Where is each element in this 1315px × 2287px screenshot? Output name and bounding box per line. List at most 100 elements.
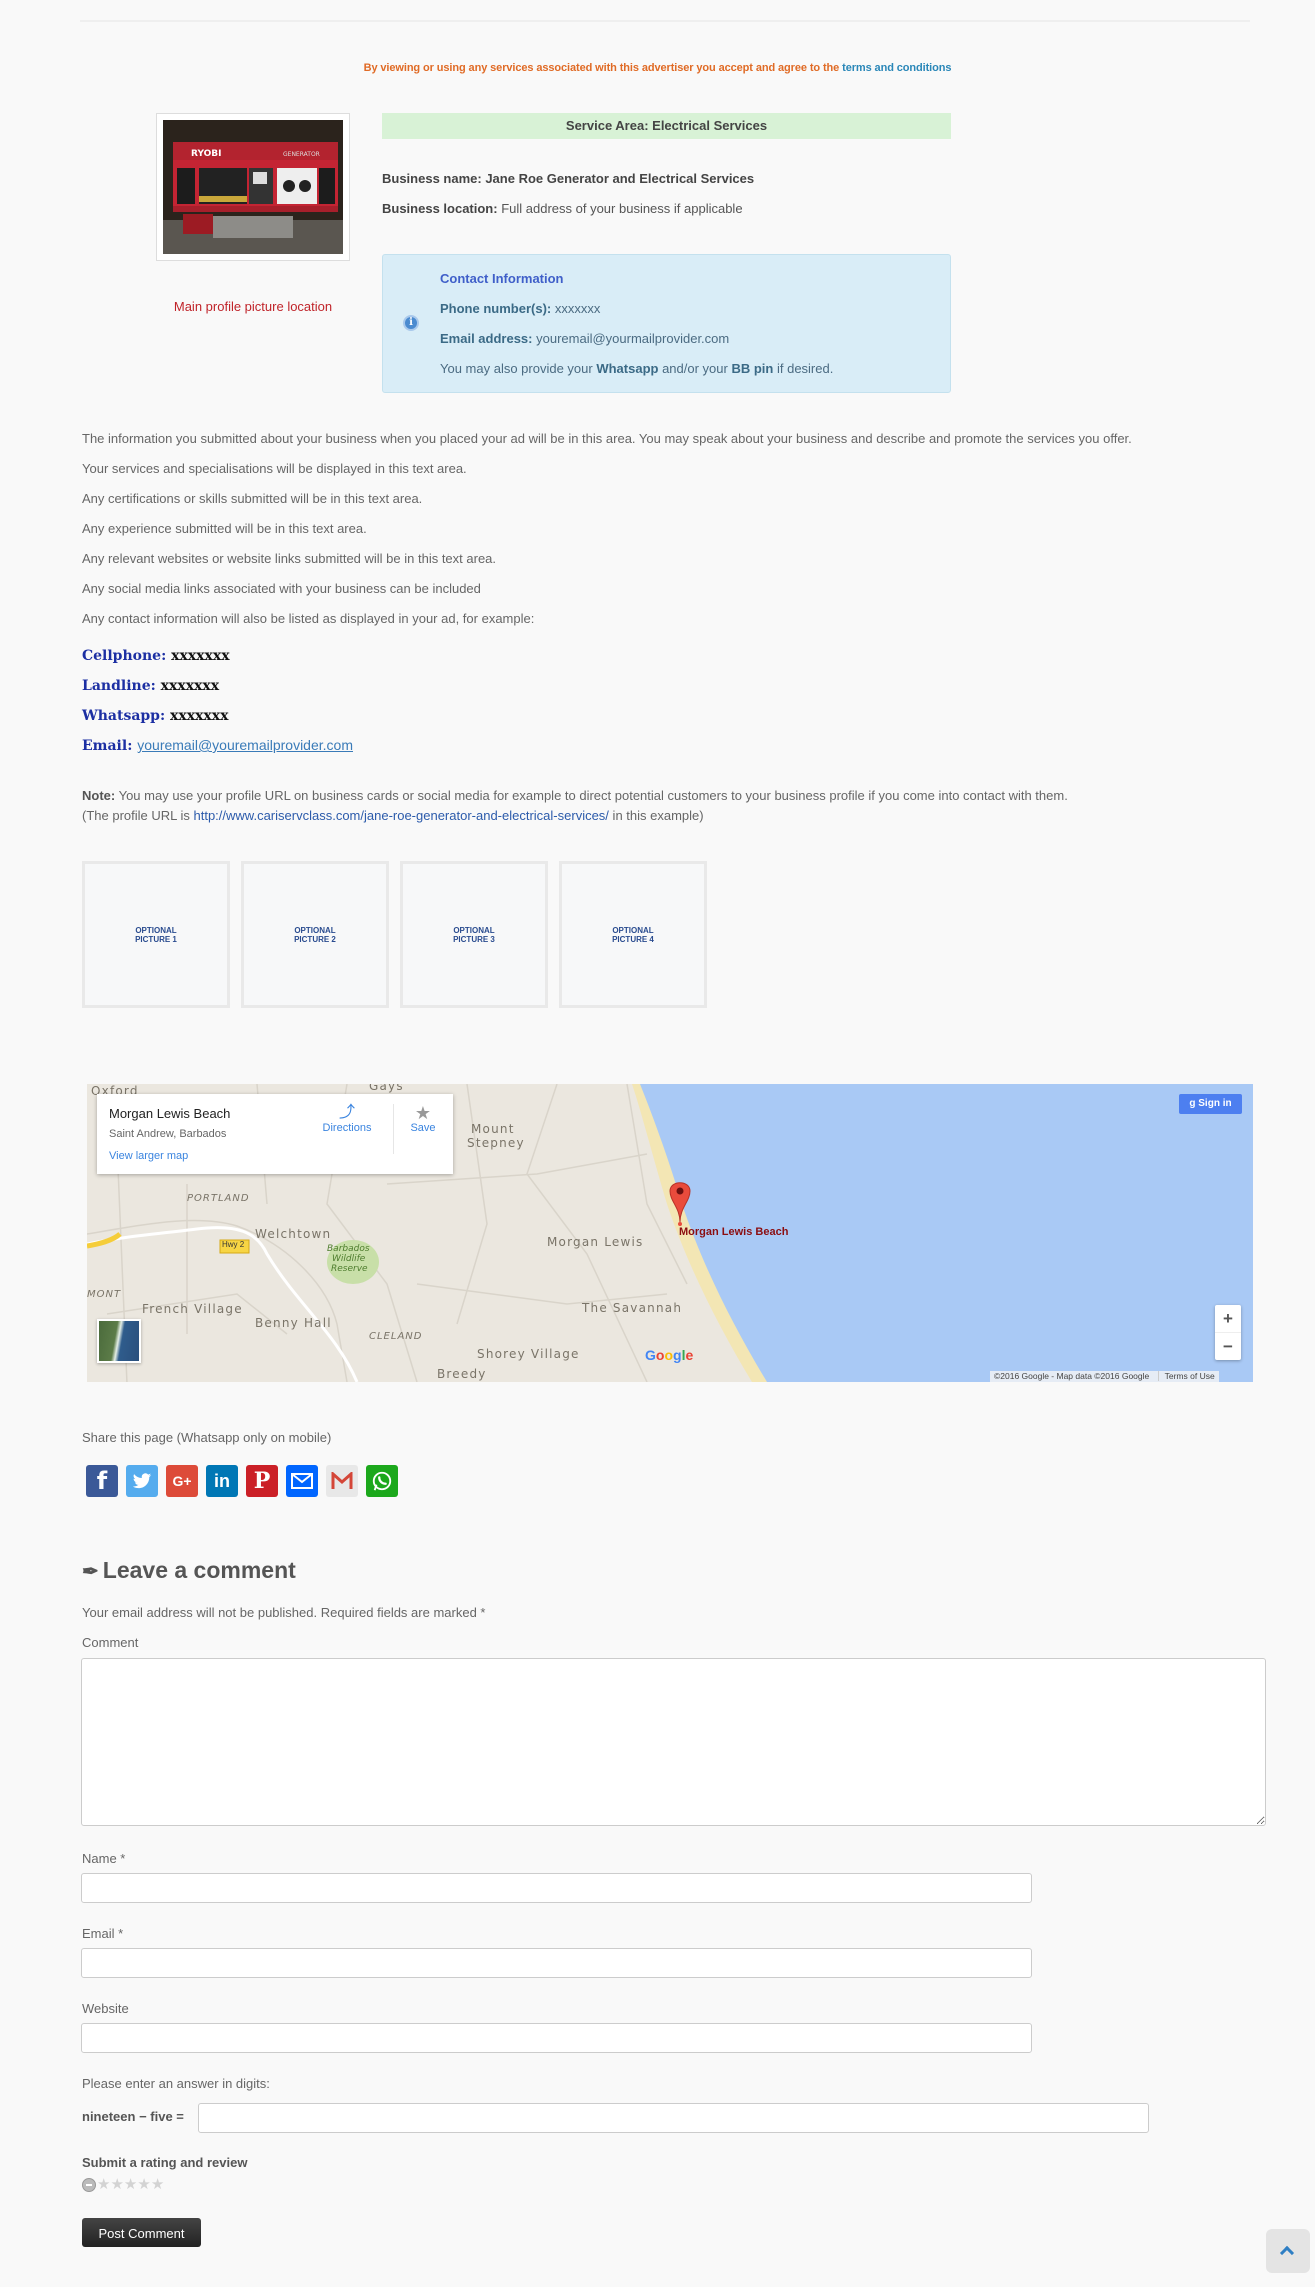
- optional-picture-text: OPTIONAL: [135, 926, 177, 935]
- profile-url-line: (The profile URL is http://www.cariservc…: [82, 808, 704, 823]
- map-label: Gays: [369, 1084, 404, 1093]
- optional-picture-text: PICTURE 4: [612, 935, 654, 944]
- terms-link[interactable]: terms and conditions: [842, 62, 951, 74]
- profile-picture-caption: Main profile picture location: [173, 299, 333, 314]
- contact-extra-text: and/or your: [658, 361, 732, 376]
- sign-in-button[interactable]: g Sign in: [1179, 1094, 1242, 1114]
- facebook-icon: f: [96, 1467, 108, 1495]
- post-comment-button[interactable]: Post Comment: [82, 2218, 201, 2247]
- contact-phone-label: Phone number(s):: [440, 301, 552, 316]
- terms-text: By viewing or using any services associa…: [363, 62, 843, 74]
- email-input[interactable]: [81, 1948, 1032, 1978]
- description-paragraph: Any relevant websites or website links s…: [82, 551, 497, 566]
- map-label: Morgan Lewis: [547, 1235, 644, 1249]
- contact-extra-text: if desired.: [773, 361, 834, 376]
- map-label: Reserve: [331, 1264, 368, 1274]
- whatsapp-icon: [372, 1471, 392, 1491]
- map-label: Stepney: [467, 1136, 525, 1150]
- zoom-controls: + −: [1215, 1305, 1241, 1360]
- optional-picture-2[interactable]: OPTIONAL PICTURE 2: [241, 861, 389, 1008]
- optional-picture-text: PICTURE 3: [453, 935, 495, 944]
- svg-text:RYOBI: RYOBI: [191, 149, 222, 159]
- leave-comment-title: Leave a comment: [102, 1557, 296, 1583]
- optional-picture-text: OPTIONAL: [612, 926, 654, 935]
- map-label: Breedy: [437, 1367, 487, 1381]
- business-name-label: Business name:: [382, 171, 482, 186]
- profile-url-note: Note: You may use your profile URL on bu…: [82, 788, 1068, 803]
- whatsapp-field: Whatsapp: xxxxxxx: [82, 708, 228, 724]
- rating-star-4[interactable]: ★: [137, 2177, 150, 2192]
- email-link[interactable]: youremail@youremailprovider.com: [137, 737, 353, 753]
- generator-photo: RYOBI GENERATOR: [163, 120, 343, 254]
- linkedin-share-button[interactable]: in: [206, 1465, 238, 1497]
- profile-picture[interactable]: RYOBI GENERATOR: [156, 113, 350, 261]
- google-g-icon: g: [1189, 1098, 1196, 1109]
- save-button[interactable]: ★ Save: [401, 1104, 445, 1134]
- sign-in-label: Sign in: [1198, 1098, 1232, 1109]
- contact-phone: Phone number(s): xxxxxxx: [440, 301, 600, 316]
- rating-cancel-icon[interactable]: [82, 2178, 96, 2192]
- business-name: Business name: Jane Roe Generator and El…: [382, 171, 754, 186]
- map-label: Welchtown: [255, 1227, 332, 1241]
- contact-email-value: youremail@yourmailprovider.com: [536, 331, 730, 346]
- website-label: Website: [82, 2001, 129, 2016]
- contact-extra-text: You may also provide your: [440, 361, 597, 376]
- name-input[interactable]: [81, 1873, 1032, 1903]
- directions-label: Directions: [322, 1122, 372, 1134]
- contact-info-title: Contact Information: [440, 271, 564, 286]
- whatsapp-value: xxxxxxx: [170, 708, 229, 724]
- comment-textarea[interactable]: [81, 1658, 1266, 1826]
- landline-value: xxxxxxx: [160, 678, 220, 694]
- google-plus-share-button[interactable]: G+: [166, 1465, 198, 1497]
- google-plus-icon: G+: [172, 1473, 192, 1489]
- rating-star-1[interactable]: ★: [97, 2177, 110, 2192]
- description-paragraph: Any social media links associated with y…: [82, 581, 481, 596]
- google-map[interactable]: Oxford Gays Mount Stepney PORTLAND Welch…: [87, 1084, 1253, 1382]
- share-label: Share this page (Whatsapp only on mobile…: [82, 1430, 332, 1445]
- pinterest-share-button[interactable]: P: [246, 1465, 278, 1497]
- optional-picture-4[interactable]: OPTIONAL PICTURE 4: [559, 861, 707, 1008]
- directions-icon: ⤴: [338, 1104, 355, 1121]
- facebook-share-button[interactable]: f: [86, 1465, 118, 1497]
- gmail-share-button[interactable]: [326, 1465, 358, 1497]
- map-label: Wildlife: [332, 1254, 366, 1264]
- optional-picture-3[interactable]: OPTIONAL PICTURE 3: [400, 861, 548, 1008]
- rating-star-3[interactable]: ★: [124, 2177, 137, 2192]
- view-larger-map-link[interactable]: View larger map: [109, 1150, 188, 1162]
- optional-picture-1[interactable]: OPTIONAL PICTURE 1: [82, 861, 230, 1008]
- cellphone-field: Cellphone: xxxxxxx: [82, 648, 230, 664]
- map-label: Mount: [471, 1122, 515, 1136]
- terms-of-use-link[interactable]: Terms of Use: [1157, 1371, 1215, 1381]
- website-input[interactable]: [81, 2023, 1032, 2053]
- satellite-toggle[interactable]: [97, 1319, 141, 1363]
- business-name-value: Jane Roe Generator and Electrical Servic…: [485, 171, 755, 186]
- landline-label: Landline:: [82, 678, 156, 694]
- directions-button[interactable]: ⤴ Directions: [317, 1104, 377, 1134]
- email-share-button[interactable]: [286, 1465, 318, 1497]
- map-label: PORTLAND: [187, 1193, 250, 1204]
- gmail-icon: [331, 1470, 353, 1489]
- card-divider: [393, 1104, 394, 1154]
- profile-url-link[interactable]: http://www.cariservclass.com/jane-roe-ge…: [194, 808, 609, 823]
- linkedin-icon: in: [214, 1471, 230, 1491]
- required-fields-notice: Your email address will not be published…: [82, 1605, 486, 1620]
- scroll-to-top-button[interactable]: [1266, 2229, 1310, 2273]
- rating-star-2[interactable]: ★: [110, 2177, 123, 2192]
- zoom-in-button[interactable]: +: [1215, 1305, 1241, 1333]
- whatsapp-share-button[interactable]: [366, 1465, 398, 1497]
- zoom-out-button[interactable]: −: [1215, 1333, 1241, 1360]
- note-text: You may use your profile URL on business…: [115, 788, 1068, 803]
- map-marker-label[interactable]: Morgan Lewis Beach: [679, 1226, 788, 1238]
- star-rating: ★ ★ ★ ★ ★: [82, 2177, 164, 2192]
- twitter-share-button[interactable]: [126, 1465, 158, 1497]
- name-label: Name *: [82, 1851, 126, 1866]
- rating-star-5[interactable]: ★: [151, 2177, 164, 2192]
- leave-comment-heading: ✒ Leave a comment: [82, 1557, 296, 1584]
- email-field: Email: youremail@youremailprovider.com: [82, 737, 353, 754]
- contact-extra-whatsapp: Whatsapp: [596, 361, 659, 376]
- captcha-input[interactable]: [198, 2103, 1149, 2133]
- contact-extra-note: You may also provide your Whatsapp and/o…: [440, 361, 833, 376]
- contact-info-box: i Contact Information Phone number(s): x…: [382, 254, 951, 393]
- cellphone-label: Cellphone:: [82, 648, 167, 664]
- email-label: Email *: [82, 1926, 124, 1941]
